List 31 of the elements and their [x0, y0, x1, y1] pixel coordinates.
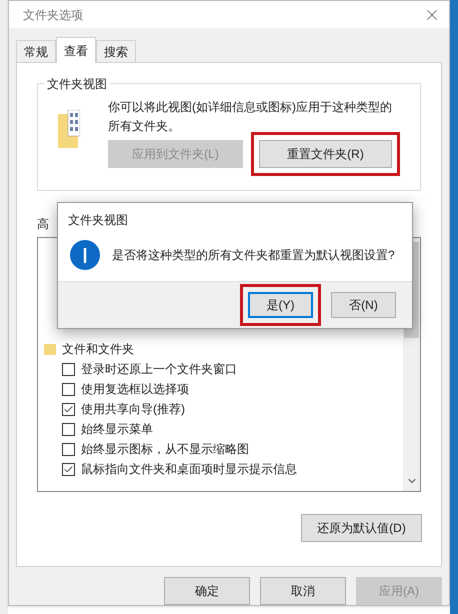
checkbox-label: 始终显示菜单 [81, 421, 153, 438]
checkbox[interactable] [62, 422, 75, 436]
folder-icon [44, 344, 56, 354]
message-box-button[interactable]: 否(N) [331, 292, 396, 318]
info-icon [70, 240, 100, 270]
dialog-button[interactable]: 确定 [164, 577, 250, 605]
checkbox-label: 始终显示图标，从不显示缩略图 [81, 441, 249, 458]
checkbox-label: 使用共享向导(推荐) [81, 401, 185, 418]
checkbox[interactable] [62, 402, 75, 416]
checkbox[interactable] [62, 462, 75, 476]
checkbox[interactable] [62, 442, 75, 456]
folder-view-button[interactable]: 重置文件夹(R) [259, 140, 392, 168]
folder-icon [58, 110, 80, 150]
checkbox[interactable] [62, 382, 75, 396]
tree-item-label: 文件和文件夹 [62, 341, 134, 358]
tab[interactable]: 常规 [16, 40, 56, 62]
checkbox-label: 鼠标指向文件夹和桌面项时显示提示信息 [81, 461, 297, 478]
dialog-button[interactable]: 取消 [260, 577, 346, 605]
restore-defaults-button[interactable]: 还原为默认值(D) [301, 514, 422, 542]
description-text: 你可以将此视图(如详细信息或图标)应用于这种类型的所有文件夹。 [108, 99, 393, 135]
tab[interactable]: 查看 [56, 37, 96, 63]
checkbox[interactable] [62, 362, 75, 376]
group-title: 文件夹视图 [44, 75, 110, 93]
window-title: 文件夹选项 [23, 6, 83, 24]
message-box-button[interactable]: 是(Y) [248, 292, 313, 318]
message-text: 是否将这种类型的所有文件夹都重置为默认视图设置? [112, 247, 395, 264]
checkbox-label: 登录时还原上一个文件夹窗口 [81, 361, 237, 378]
message-box-title: 文件夹视图 [67, 212, 129, 229]
tab[interactable]: 搜索 [96, 40, 136, 62]
advanced-settings-label: 高 [37, 216, 49, 233]
checkbox-label: 使用复选框以选择项 [81, 381, 189, 398]
